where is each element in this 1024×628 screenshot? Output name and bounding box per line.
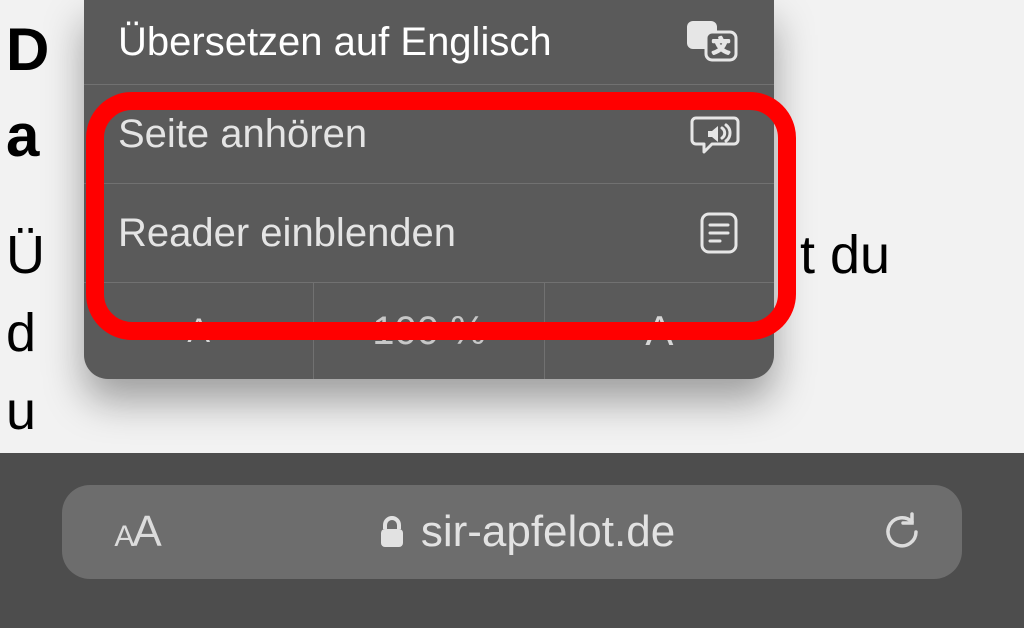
reload-icon	[882, 512, 922, 552]
text-size-button[interactable]: AA	[62, 507, 212, 557]
bg-text-right-1: t du	[800, 216, 1024, 294]
lock-icon	[379, 515, 405, 549]
reader-row[interactable]: Reader einblenden	[84, 183, 774, 282]
zoom-in-button[interactable]: A	[544, 283, 774, 379]
listen-label: Seite anhören	[118, 112, 367, 157]
address-bar-domain: sir-apfelot.de	[421, 507, 675, 557]
reload-button[interactable]	[842, 512, 962, 552]
address-bar[interactable]: AA sir-apfelot.de	[62, 485, 962, 579]
reader-label: Reader einblenden	[118, 211, 456, 256]
page-root: D a Ü t du d u P n Übersetzen auf Englis…	[0, 0, 1024, 628]
bg-text-left-3: u	[6, 372, 1024, 450]
address-bar-center[interactable]: sir-apfelot.de	[212, 507, 842, 557]
listen-row[interactable]: Seite anhören	[84, 84, 774, 183]
zoom-row: A 100 % A	[84, 282, 774, 379]
zoom-out-button[interactable]: A	[84, 283, 313, 379]
zoom-level: 100 %	[313, 283, 543, 379]
translate-icon: A 文	[684, 18, 740, 66]
translate-row[interactable]: Übersetzen auf Englisch A 文	[84, 0, 774, 84]
bottom-toolbar: AA sir-apfelot.de	[0, 453, 1024, 628]
aa-big: A	[132, 507, 159, 556]
speaker-bubble-icon	[690, 112, 740, 156]
svg-text:文: 文	[713, 37, 730, 56]
page-menu-popover: Übersetzen auf Englisch A 文 Seite anhöre…	[84, 0, 774, 379]
translate-label: Übersetzen auf Englisch	[118, 20, 552, 65]
aa-small: A	[114, 520, 132, 553]
reader-icon	[698, 210, 740, 256]
